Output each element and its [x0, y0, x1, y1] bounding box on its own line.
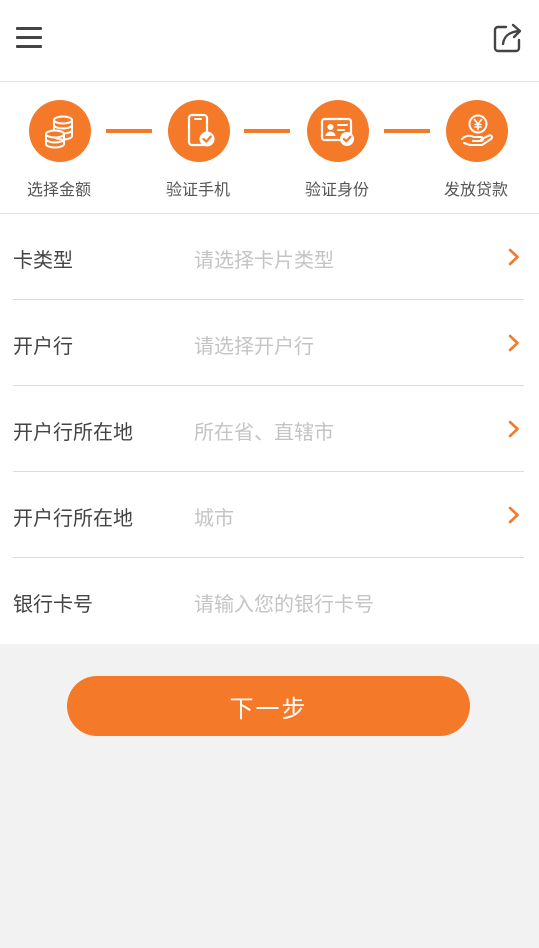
bank-province-row[interactable]: 开户行所在地 所在省、直辖市: [13, 386, 524, 472]
step-label: 验证身份: [304, 180, 369, 199]
field-label: 开户行所在地: [13, 506, 133, 530]
card-number-row: 银行卡号 请输入您的银行卡号: [13, 558, 524, 644]
card-number-input[interactable]: 请输入您的银行卡号: [194, 588, 374, 617]
next-step-button[interactable]: 下一步: [67, 676, 470, 736]
step-circle: [307, 100, 369, 162]
step-disburse-loan: 发放贷款: [421, 100, 531, 200]
province-select[interactable]: 所在省、直辖市: [194, 416, 334, 445]
card-type-select[interactable]: 请选择卡片类型: [194, 244, 334, 273]
field-label: 开户行所在地: [13, 420, 133, 444]
menu-icon[interactable]: [16, 27, 42, 49]
card-type-row[interactable]: 卡类型 请选择卡片类型: [13, 214, 524, 300]
chevron-right-icon[interactable]: [508, 506, 520, 524]
phone-check-icon: [187, 113, 215, 147]
step-label: 发放贷款: [443, 180, 508, 199]
progress-steps: 选择金额 验证手机 验证身份 发放贷款: [0, 82, 539, 214]
yen-hand-icon: [461, 114, 493, 146]
chevron-right-icon[interactable]: [508, 334, 520, 352]
chevron-right-icon[interactable]: [508, 420, 520, 438]
step-circle: [168, 100, 230, 162]
coins-icon: [45, 115, 73, 149]
step-circle: [446, 100, 508, 162]
step-select-amount: 选择金额: [4, 100, 114, 200]
step-label: 验证手机: [165, 180, 230, 199]
opening-bank-row[interactable]: 开户行 请选择开户行: [13, 300, 524, 386]
page: 选择金额 验证手机 验证身份 发放贷款 卡类型 请选择卡片类型 开户行 请选择开…: [0, 0, 539, 948]
field-label: 卡类型: [13, 248, 73, 272]
city-select[interactable]: 城市: [194, 502, 234, 531]
field-label: 开户行: [13, 334, 73, 358]
step-circle: [29, 100, 91, 162]
top-bar: [0, 0, 539, 82]
step-verify-identity: 验证身份: [282, 100, 392, 200]
share-icon[interactable]: [492, 22, 524, 54]
field-label: 银行卡号: [13, 592, 93, 616]
step-label: 选择金额: [26, 180, 91, 199]
chevron-right-icon[interactable]: [508, 248, 520, 266]
id-card-check-icon: [320, 117, 354, 146]
step-verify-phone: 验证手机: [143, 100, 253, 200]
opening-bank-select[interactable]: 请选择开户行: [194, 330, 314, 359]
bank-city-row[interactable]: 开户行所在地 城市: [13, 472, 524, 558]
bank-card-form: 卡类型 请选择卡片类型 开户行 请选择开户行 开户行所在地 所在省、直辖市 开户…: [0, 214, 539, 644]
